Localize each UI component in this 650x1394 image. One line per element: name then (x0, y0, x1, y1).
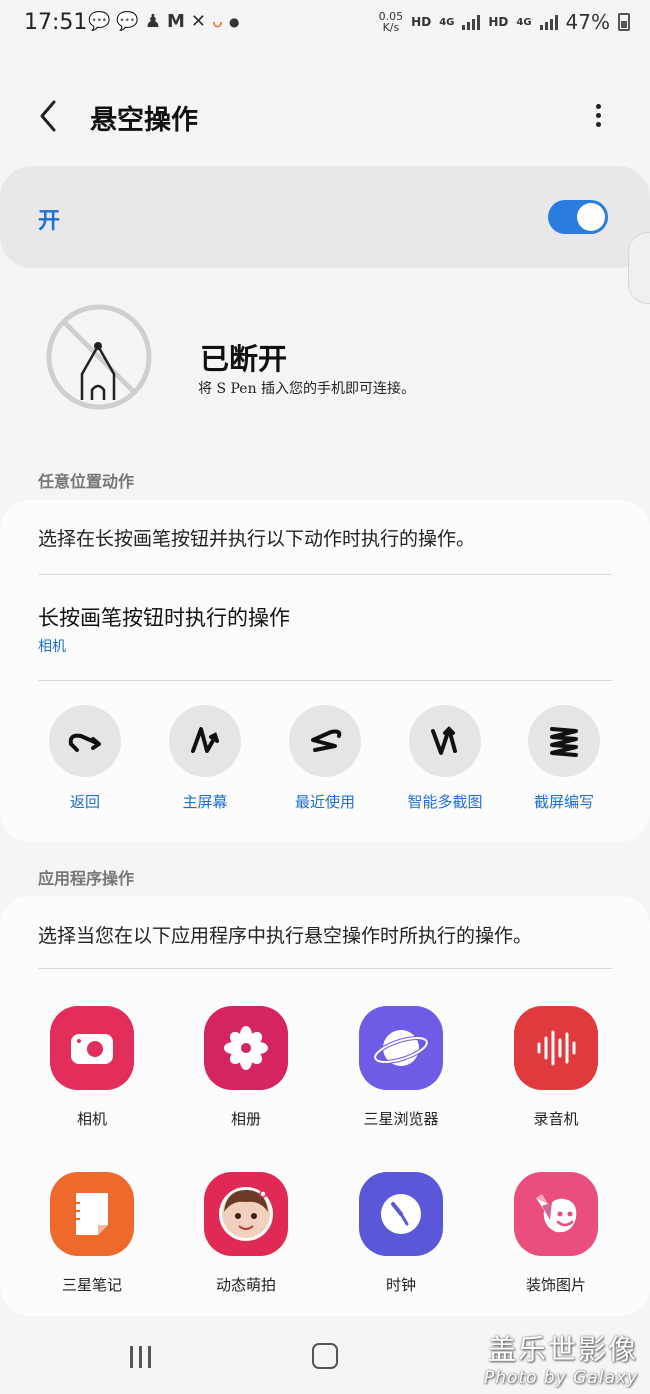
clock-icon (359, 1172, 443, 1256)
app-icon: ♟ (144, 11, 161, 32)
signal-icon (462, 14, 481, 30)
long-press-value: 相机 (38, 639, 66, 655)
back-button[interactable] (34, 98, 64, 134)
notes-icon (50, 1172, 134, 1256)
nav-home-button[interactable] (312, 1343, 338, 1369)
gesture-smart-select[interactable]: 智能多截图 (395, 705, 495, 812)
app-clock[interactable]: 时钟 (341, 1172, 461, 1295)
app-ar-emoji[interactable]: 动态萌拍 (186, 1172, 306, 1295)
ar-emoji-icon (204, 1172, 288, 1256)
spen-status-subtitle: 将 S Pen 插入您的手机即可连接。 (198, 381, 416, 397)
gesture-recent[interactable]: 最近使用 (275, 705, 375, 812)
pen-up-icon (514, 1172, 598, 1256)
long-press-title: 长按画笔按钮时执行的操作 (38, 606, 290, 630)
gesture-screen-write-icon (528, 705, 600, 777)
signal-icon-2 (539, 14, 558, 30)
wechat-icon: 💬 (88, 11, 111, 32)
wechat-icon: 💬 (116, 11, 139, 32)
gesture-back-icon (49, 705, 121, 777)
apps-description: 选择当您在以下应用程序中执行悬空操作时所执行的操作。 (38, 925, 533, 947)
more-dot-icon: ● (229, 15, 240, 29)
edge-panel-handle[interactable] (628, 232, 650, 304)
app-bar: 悬空操作 (0, 80, 650, 152)
gmail-icon: M (166, 11, 185, 32)
internet-icon (359, 1006, 443, 1090)
network-type-2: 4G (516, 16, 532, 28)
gesture-screen-write[interactable]: 截屏编写 (514, 705, 614, 812)
gallery-icon (204, 1006, 288, 1090)
navigation-bar: 盖乐世影像 Photo by Galaxy (0, 1318, 650, 1394)
network-type: 4G (439, 16, 455, 28)
back-arrow-icon (40, 100, 56, 132)
hd-badge-2: HD (488, 15, 509, 29)
gesture-recent-icon (289, 705, 361, 777)
app-internet[interactable]: 三星浏览器 (341, 1006, 461, 1129)
gesture-home-icon (169, 705, 241, 777)
more-dot-icon (595, 104, 601, 109)
spen-status-title: 已断开 (200, 342, 288, 376)
status-bar: 17:51 💬 💬 ♟ M ✕ ᴗ ● 0.05 K/s HD 4G HD 4G… (0, 0, 650, 50)
app-gallery[interactable]: 相册 (186, 1006, 306, 1129)
section-apps-label: 应用程序操作 (38, 869, 135, 888)
gesture-smart-select-icon (409, 705, 481, 777)
master-toggle[interactable] (548, 200, 608, 234)
divider (38, 574, 612, 575)
divider (38, 968, 612, 969)
gesture-home[interactable]: 主屏幕 (155, 705, 255, 812)
anywhere-description: 选择在长按画笔按钮并执行以下动作时执行的操作。 (38, 528, 476, 550)
status-time: 17:51 (24, 10, 88, 35)
app-camera[interactable]: 相机 (32, 1006, 152, 1129)
app-notes[interactable]: 三星笔记 (32, 1172, 152, 1295)
didi-icon: ᴗ (212, 11, 224, 32)
status-right: 0.05 K/s HD 4G HD 4G 47% (379, 10, 630, 34)
spen-disconnected-icon (46, 304, 152, 410)
nav-recent-apps-button[interactable] (130, 1346, 151, 1368)
voice-recorder-icon (514, 1006, 598, 1090)
battery-icon (618, 13, 630, 31)
watermark: 盖乐世影像 Photo by Galaxy (483, 1333, 638, 1388)
x-icon: ✕ (190, 11, 206, 32)
toggle-knob (577, 203, 605, 231)
more-options-button[interactable] (588, 100, 608, 136)
battery-percent: 47% (565, 10, 610, 34)
app-pen-up[interactable]: 装饰图片 (496, 1172, 616, 1295)
camera-icon (50, 1006, 134, 1090)
gesture-back[interactable]: 返回 (35, 705, 135, 812)
divider (38, 680, 612, 681)
app-voice-recorder[interactable]: 录音机 (496, 1006, 616, 1129)
section-anywhere-label: 任意位置动作 (38, 472, 135, 491)
notification-icons: 💬 💬 ♟ M ✕ ᴗ ● (88, 12, 240, 32)
master-switch-label: 开 (38, 208, 61, 234)
hd-badge: HD (411, 15, 432, 29)
network-speed: 0.05 K/s (378, 10, 404, 34)
page-title: 悬空操作 (90, 105, 198, 136)
